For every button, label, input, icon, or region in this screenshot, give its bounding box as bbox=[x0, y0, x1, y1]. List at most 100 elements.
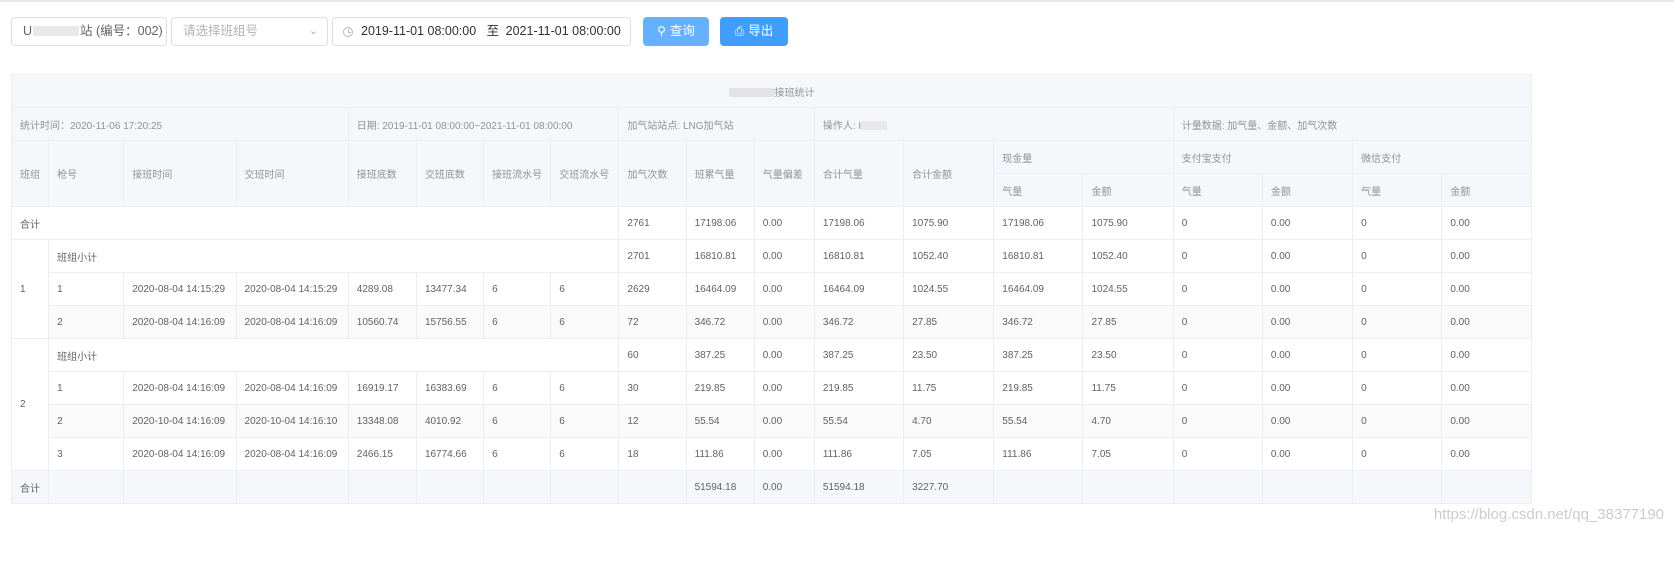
cell: 0 bbox=[1172, 272, 1263, 306]
metrics-info: 计量数据: 加气量、金额、加气次数 bbox=[1172, 107, 1533, 141]
class-group-select[interactable]: 请选择班组号 ⌄ bbox=[171, 16, 328, 46]
report-info-row: 统计时间：2020-11-06 17:20:25 日期: 2019-11-01 … bbox=[11, 107, 1533, 141]
cell: 6 bbox=[483, 371, 552, 405]
cell: 2 bbox=[48, 305, 125, 339]
cell: 16810.81 bbox=[993, 239, 1084, 273]
header-start-time: 接班时间 bbox=[123, 140, 237, 207]
station-info: 加气站站点: LNG加气站 bbox=[618, 107, 815, 141]
table-right-margin bbox=[1532, 74, 1674, 501]
cell: 0.00 bbox=[1261, 338, 1354, 372]
cell: 51594.18 bbox=[685, 470, 755, 504]
station-select[interactable]: U站 (编号：002) ⌄ bbox=[11, 16, 167, 46]
cell bbox=[347, 470, 417, 504]
cell: 387.25 bbox=[685, 338, 755, 372]
header-total-amount: 合计金额 bbox=[903, 140, 995, 207]
cell: 0.00 bbox=[1261, 404, 1354, 438]
cell: 17198.06 bbox=[813, 206, 905, 240]
table-row: 3 2020-08-04 14:16:09 2020-08-04 14:16:0… bbox=[12, 437, 1532, 471]
cell: 2020-08-04 14:16:09 bbox=[235, 437, 349, 471]
cell: 0.00 bbox=[753, 404, 815, 438]
cell bbox=[1261, 470, 1354, 504]
header-total-gas: 合计气量 bbox=[813, 140, 905, 207]
cell: 2020-08-04 14:16:09 bbox=[123, 437, 237, 471]
header-alipay-amount: 金额 bbox=[1261, 173, 1354, 207]
cell: 4010.92 bbox=[415, 404, 485, 438]
search-icon: ⚲ bbox=[657, 23, 666, 38]
cell: 1024.55 bbox=[1082, 272, 1174, 306]
header-shift-gas: 班累气量 bbox=[685, 140, 755, 207]
stat-time: 统计时间：2020-11-06 17:20:25 bbox=[11, 107, 349, 141]
cell: 0.00 bbox=[753, 437, 815, 471]
cell: 17198.06 bbox=[685, 206, 755, 240]
export-button[interactable]: ⎙ 导出 bbox=[720, 16, 788, 46]
table-row: 1 2020-08-04 14:16:09 2020-08-04 14:16:0… bbox=[12, 371, 1532, 405]
cell: 0.00 bbox=[1441, 239, 1532, 273]
cell: 6 bbox=[483, 404, 552, 438]
cell: 55.54 bbox=[685, 404, 755, 438]
cell: 6 bbox=[550, 404, 620, 438]
cell: 0 bbox=[1352, 437, 1443, 471]
header-start-serial: 接班流水号 bbox=[483, 140, 552, 207]
cell: 111.86 bbox=[685, 437, 755, 471]
cell: 7.05 bbox=[1082, 437, 1174, 471]
cell: 387.25 bbox=[993, 338, 1084, 372]
cell bbox=[1082, 470, 1174, 504]
cell: 0 bbox=[1172, 239, 1263, 273]
cell: 10560.74 bbox=[347, 305, 417, 339]
report-title: 接班统计 bbox=[11, 74, 1532, 108]
group-id: 2 bbox=[10, 338, 50, 471]
cell: 0 bbox=[1172, 206, 1263, 240]
cell: 1052.40 bbox=[1082, 239, 1174, 273]
cell: 2761 bbox=[618, 206, 687, 240]
cell: 0.00 bbox=[1441, 371, 1532, 405]
cell: 30 bbox=[618, 371, 687, 405]
cell: 6 bbox=[550, 305, 620, 339]
cell: 2701 bbox=[618, 239, 687, 273]
cell: 111.86 bbox=[813, 437, 905, 471]
cell: 346.72 bbox=[685, 305, 755, 339]
cell: 2629 bbox=[618, 272, 687, 306]
cell: 0 bbox=[1352, 272, 1443, 306]
group-id: 1 bbox=[10, 239, 50, 339]
cell: 0 bbox=[1172, 338, 1263, 372]
cell: 0.00 bbox=[1261, 305, 1354, 339]
cell bbox=[550, 470, 620, 504]
subtotal-label: 班组小计 bbox=[48, 338, 620, 372]
cell: 0.00 bbox=[753, 338, 815, 372]
total-label: 合计 bbox=[10, 470, 50, 504]
cell: 111.86 bbox=[993, 437, 1084, 471]
cell bbox=[123, 470, 237, 504]
cell: 51594.18 bbox=[813, 470, 905, 504]
cell bbox=[48, 470, 125, 504]
cell bbox=[1352, 470, 1443, 504]
cell: 12 bbox=[618, 404, 687, 438]
cell: 0.00 bbox=[753, 305, 815, 339]
redacted-text bbox=[861, 121, 888, 131]
clock-icon bbox=[343, 26, 353, 37]
cell: 16464.09 bbox=[813, 272, 905, 306]
cell: 3 bbox=[48, 437, 125, 471]
date-range-picker[interactable]: 2019-11-01 08:00:00 至 2021-11-01 08:00:0… bbox=[332, 16, 631, 46]
cell: 7.05 bbox=[903, 437, 995, 471]
query-button[interactable]: ⚲ 查询 bbox=[643, 16, 709, 46]
cell: 23.50 bbox=[1082, 338, 1174, 372]
cell: 387.25 bbox=[813, 338, 905, 372]
table-row: 2 班组小计 6 0 387.25 0.00 387.25 23.50 387.2… bbox=[10, 338, 1532, 471]
header-wechat-gas: 气量 bbox=[1352, 173, 1443, 207]
cell: 0.00 bbox=[1261, 371, 1354, 405]
redacted-text bbox=[728, 88, 775, 98]
cell: 1052.40 bbox=[903, 239, 995, 273]
header-fill-count: 加气次数 bbox=[618, 140, 687, 207]
redacted-text bbox=[33, 26, 80, 37]
cell: 27.85 bbox=[903, 305, 995, 339]
cell: 3227.70 bbox=[903, 470, 995, 504]
cell: 2020-08-04 14:16:09 bbox=[235, 371, 349, 405]
cell: 4.70 bbox=[903, 404, 995, 438]
cell: 6 bbox=[483, 272, 552, 306]
cell: 0.00 bbox=[1441, 206, 1532, 240]
table-row: 合计 2761 17198.06 0.00 17198.06 1075.90 1… bbox=[10, 206, 1532, 240]
cell: 13348.08 bbox=[347, 404, 417, 438]
cell: 17198.06 bbox=[993, 206, 1084, 240]
cell: 0.00 bbox=[1441, 305, 1532, 339]
cell: 18 bbox=[618, 437, 687, 471]
